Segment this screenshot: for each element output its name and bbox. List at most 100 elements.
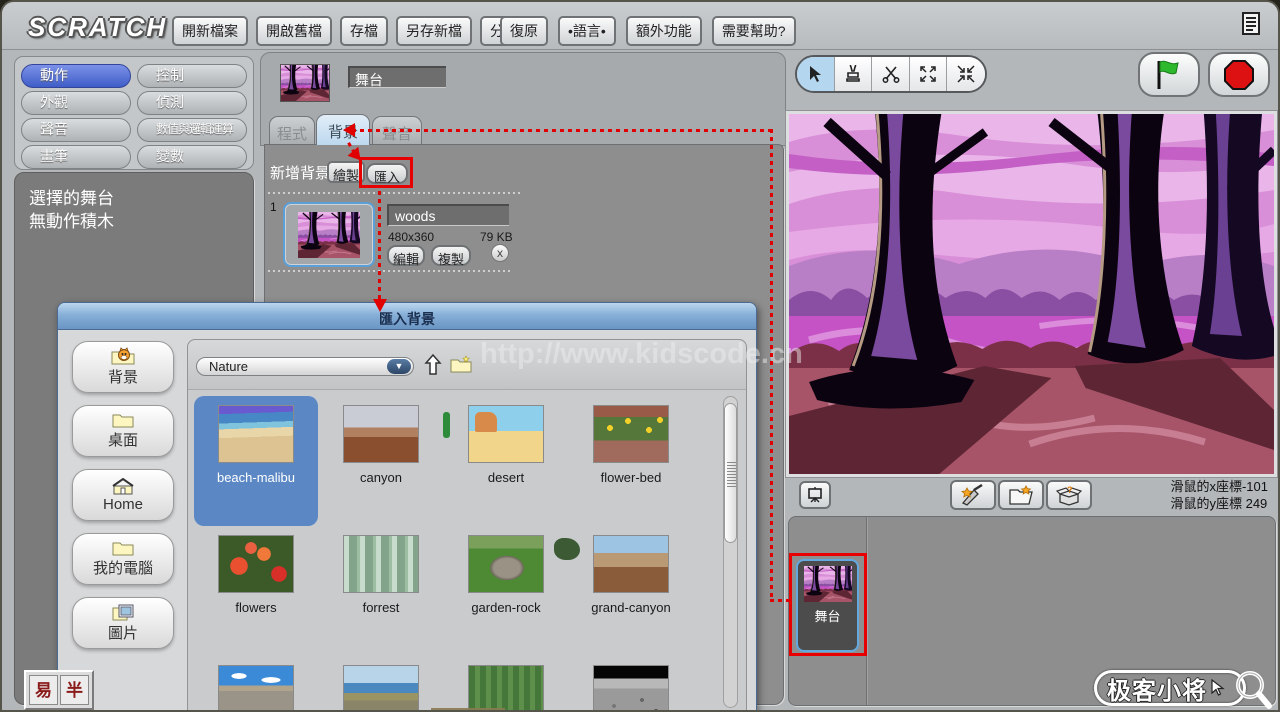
category-pen[interactable]: 畫筆 [21,145,131,169]
flower-bed-image [593,405,669,463]
category-palette: 動作 控制 外觀 偵測 聲音 數值與邏輯運算 畫筆 變數 [14,56,254,170]
scrollbar[interactable] [723,396,738,708]
background-dimensions: 480x360 [388,230,434,244]
surprise-sprite-button[interactable]: ? [1046,480,1092,510]
stage-name-input[interactable]: 舞台 [348,66,446,88]
separator [268,192,523,194]
desert-image [468,405,544,463]
logo-pill: 极客小将 [1094,670,1246,706]
arrow-cursor-tool[interactable] [797,57,835,91]
background-item-index: 1 [270,200,277,214]
mouse-coordinates: 滑鼠的x座標-101 滑鼠的y座標 249 [1170,478,1268,512]
file-thumbnail-garden-rock[interactable]: garden-rock [444,526,568,656]
file-thumbnail[interactable] [444,656,568,712]
file-thumbnail-grand-canyon[interactable]: grand-canyon [569,526,693,656]
delete-background-button[interactable]: x [491,244,509,262]
cursor-arrow-icon [1209,679,1225,697]
open-sprite-button[interactable] [998,480,1044,510]
backgrounds-cat-icon [111,347,135,365]
background-item-thumbnail[interactable] [283,202,375,267]
scissors-icon [882,65,900,83]
tool-button-group: 復原 •語言• 額外功能 需要幫助? [500,16,796,46]
presentation-mode-button[interactable] [799,481,831,509]
save-button[interactable]: 存檔 [340,16,388,46]
file-thumbnail-desert[interactable]: desert [444,396,568,526]
category-motion[interactable]: 動作 [21,64,131,88]
ime-mode-button[interactable]: 易 [29,675,58,705]
file-label: grand-canyon [591,600,671,615]
category-variables[interactable]: 變數 [137,145,247,169]
file-thumbnail-forrest[interactable]: forrest [319,526,443,656]
category-numbers[interactable]: 數值與邏輯運算 [137,118,247,142]
language-button[interactable]: •語言• [558,16,616,46]
folder-icon [112,540,134,556]
file-thumbnail-flowers[interactable]: flowers [194,526,318,656]
new-project-button[interactable]: 開新檔案 [172,16,248,46]
stop-button[interactable] [1208,52,1270,97]
file-label: canyon [360,470,402,485]
file-thumbnail[interactable] [194,656,318,712]
stamp-icon [844,65,862,83]
sidebar-item-home[interactable]: Home [72,469,174,521]
tab-scripts[interactable]: 程式 [269,116,315,145]
grow-arrows-icon [919,65,937,83]
file-browser-toolbar: Nature ▼ [188,340,746,390]
sidebar-item-backgrounds[interactable]: 背景 [72,341,174,393]
magnifier-icon [1232,668,1272,710]
paint-new-sprite-button[interactable] [950,480,996,510]
copy-background-button[interactable]: 複製 [431,245,471,266]
scrollbar-thumb[interactable] [724,403,737,543]
sidebar-item-computer[interactable]: 我的電腦 [72,533,174,585]
chevron-down-icon[interactable]: ▼ [387,359,411,374]
category-control[interactable]: 控制 [137,64,247,88]
stage-backdrop-woods[interactable] [789,114,1274,474]
shrink-sprite-tool[interactable] [947,57,985,91]
file-button-group: 開新檔案 開啟舊檔 存檔 另存新檔 分享！ [172,16,542,46]
file-browser: Nature ▼ beach-malibu canyon desert flow… [187,339,747,712]
new-folder-icon[interactable] [450,355,472,373]
file-thumbnail-canyon[interactable]: canyon [319,396,443,526]
easel-icon [806,486,824,504]
green-flag-button[interactable] [1138,52,1200,97]
shrink-arrows-icon [957,65,975,83]
category-sound[interactable]: 聲音 [21,118,131,142]
scratch-window: SCRATCH 開新檔案 開啟舊檔 存檔 另存新檔 分享！ 復原 •語言• 額外… [0,0,1280,712]
edit-background-button[interactable]: 編輯 [387,245,425,266]
ime-width-button[interactable]: 半 [60,675,89,705]
stamp-tool[interactable] [835,57,873,91]
category-sensing[interactable]: 偵測 [137,91,247,115]
sidebar-item-label: 圖片 [108,622,138,643]
save-as-button[interactable]: 另存新檔 [396,16,472,46]
project-notes-icon[interactable] [1242,12,1260,35]
scratch-logo: SCRATCH [28,12,167,43]
flowers-image [218,535,294,593]
moon-image [593,665,669,712]
stop-octagon-icon [1224,60,1254,90]
folder-dropdown[interactable]: Nature ▼ [196,357,414,376]
cursor-tool-bar [795,55,987,93]
watermark-logo: 极客小将 [1094,668,1272,710]
file-thumbnail-flower-bed[interactable]: flower-bed [569,396,693,526]
file-thumbnail[interactable] [569,656,693,712]
help-button[interactable]: 需要幫助? [712,16,796,46]
background-name-input[interactable]: woods [387,204,509,226]
annotation-arrow-dialog [373,299,387,319]
scissors-tool[interactable] [872,57,910,91]
annotation-line [378,191,381,299]
file-thumbnail-beach-malibu[interactable]: beach-malibu [194,396,318,526]
sidebar-item-desktop[interactable]: 桌面 [72,405,174,457]
undo-button[interactable]: 復原 [500,16,548,46]
mouse-y-value: 249 [1246,496,1268,511]
folder-dropdown-value: Nature [209,359,248,374]
file-thumbnail[interactable] [319,656,443,712]
file-label: flower-bed [601,470,662,485]
grow-sprite-tool[interactable] [910,57,948,91]
mouse-x-label: 滑鼠的x座標 [1170,479,1242,494]
open-project-button[interactable]: 開啟舊檔 [256,16,332,46]
category-looks[interactable]: 外觀 [21,91,131,115]
sidebar-item-pictures[interactable]: 圖片 [72,597,174,649]
folder-up-icon[interactable] [424,354,442,376]
extras-button[interactable]: 額外功能 [626,16,702,46]
grand-canyon-image [593,535,669,593]
canyon-image [343,405,419,463]
